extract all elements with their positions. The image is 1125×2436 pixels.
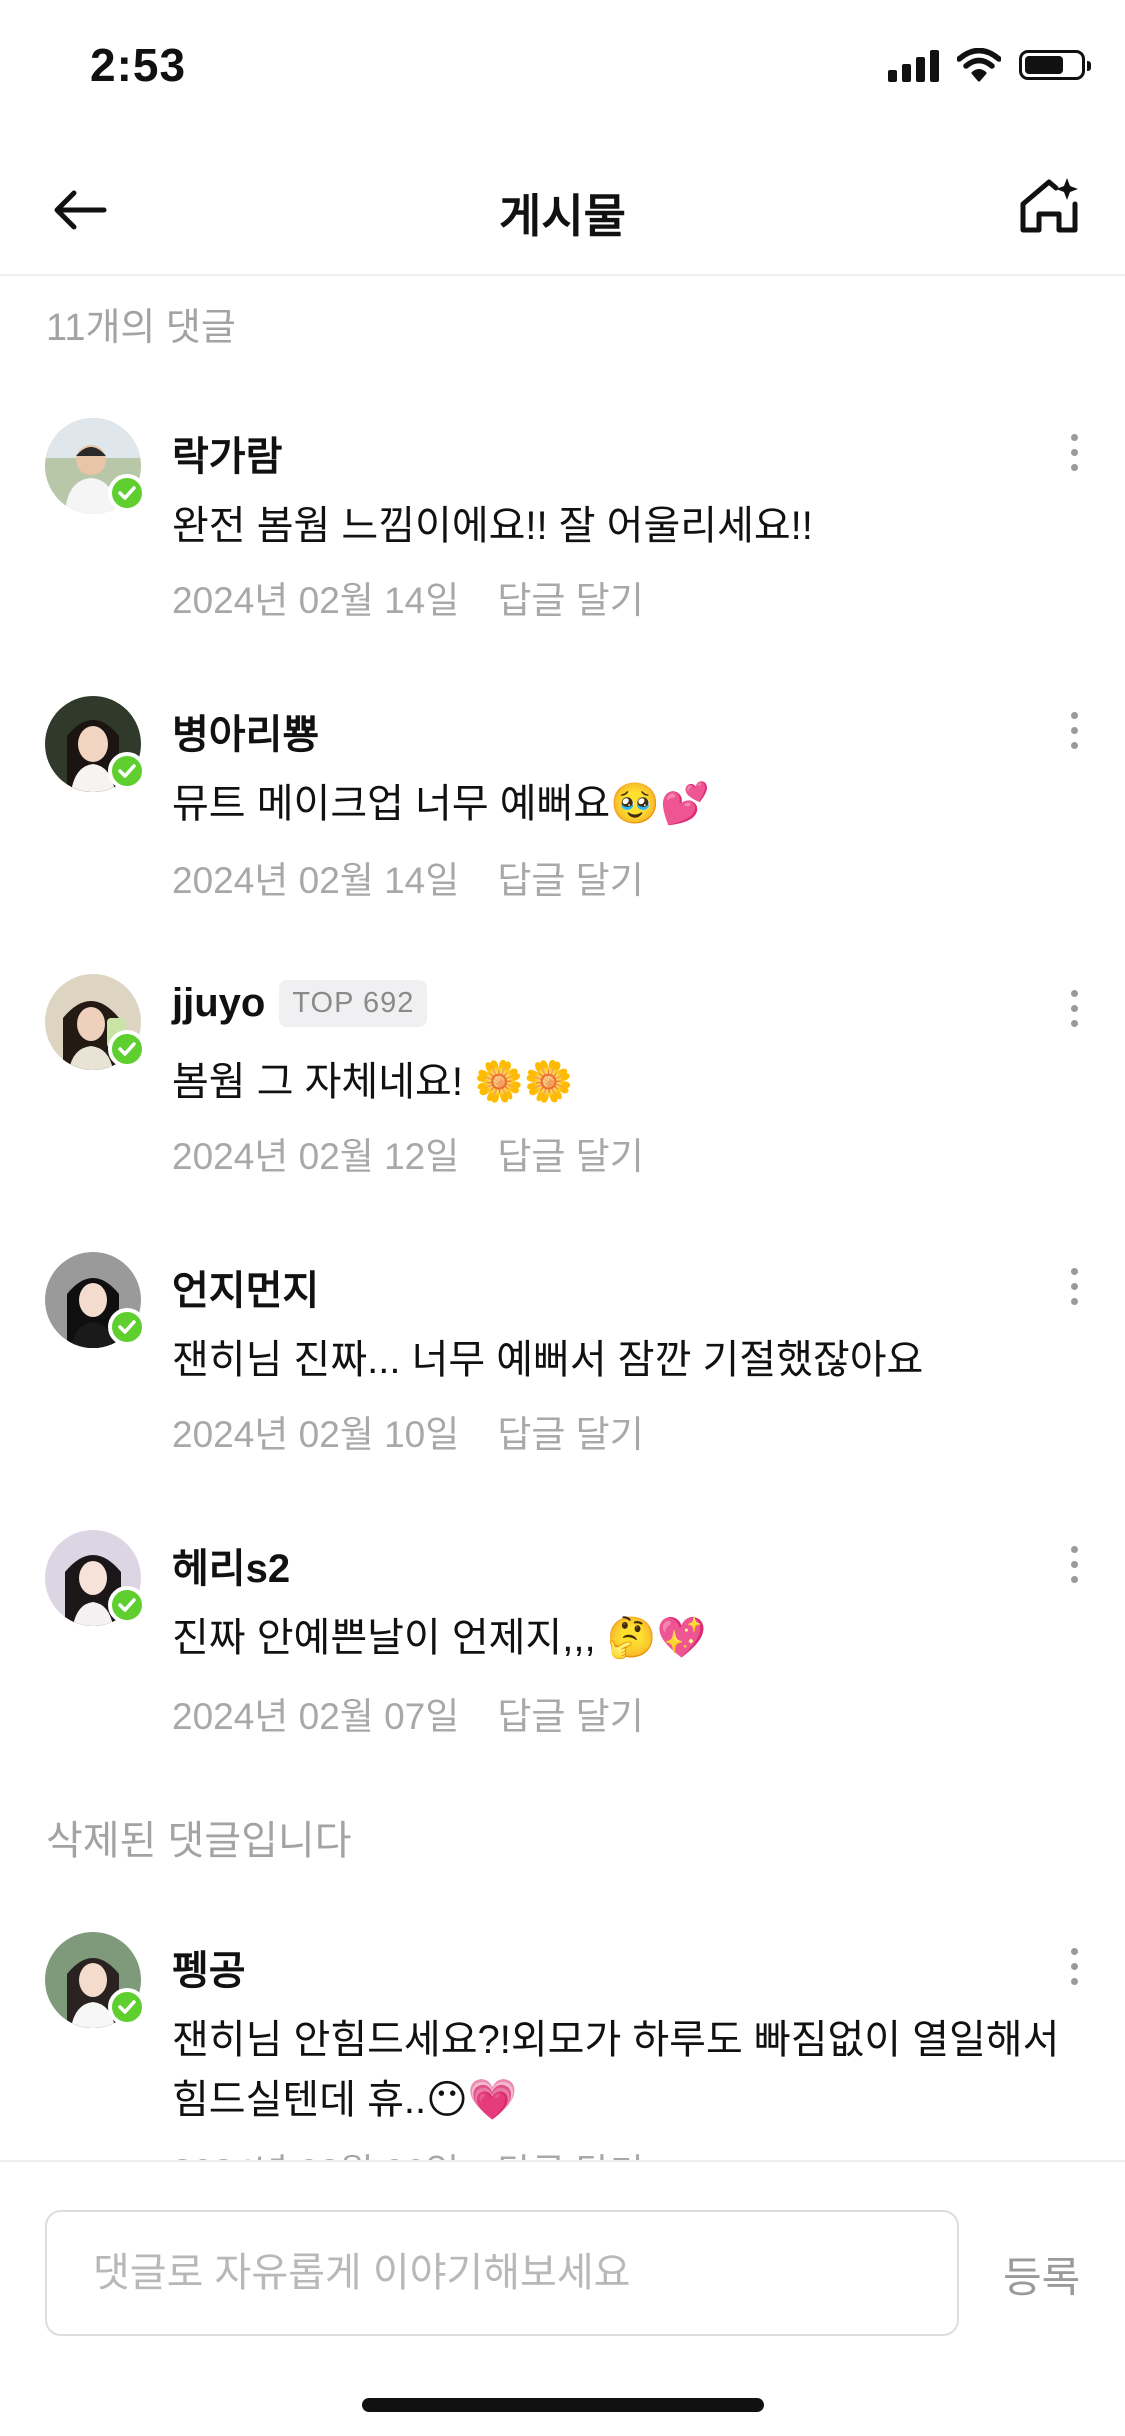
comment-text: 잰히님 안힘드세요?!외모가 하루도 빠짐없이 열일해서 힘드실텐데 휴..😶💗 — [172, 2018, 1060, 2122]
comment-text: 뮤트 메이크업 너무 예뻐요🥹💕 — [172, 782, 710, 826]
comment-date: 2024년 02월 14일 — [172, 580, 460, 621]
reply-button[interactable]: 답글 달기 — [497, 1404, 643, 1458]
username-row: 언지먼지 — [172, 1258, 319, 1316]
nav-bar: 게시물 — [0, 140, 1125, 276]
verified-badge-icon — [108, 474, 146, 512]
username-row: 펭공 — [172, 1938, 246, 1996]
comment-meta: 2024년 02월 14일 답글 달기 — [172, 850, 644, 904]
more-options-icon[interactable] — [1059, 700, 1089, 760]
verified-badge-icon — [108, 752, 146, 790]
home-indicator — [362, 2398, 764, 2412]
status-bar: 2:53 — [0, 0, 1125, 140]
submit-button[interactable]: 등록 — [1003, 2244, 1080, 2305]
comment-meta: 2024년 02월 07일 답글 달기 — [172, 1686, 644, 1740]
username[interactable]: 병아리뿅 — [172, 702, 319, 760]
comment-meta: 2024년 02월 10일 답글 달기 — [172, 1404, 644, 1458]
comment-date: 2024년 02월 12일 — [172, 1136, 460, 1177]
rank-badge: TOP 692 — [279, 980, 428, 1027]
username-row: 헤리s2 — [172, 1536, 290, 1594]
verified-badge-icon — [108, 1030, 146, 1068]
comment-text: 봄웜 그 자체네요! 🌼🌼 — [172, 1060, 574, 1104]
comment-text: 잰히님 진짜... 너무 예뻐서 잠깐 기절했잖아요 — [172, 1338, 924, 1382]
comment-meta: 2024년 02월 12일 답글 달기 — [172, 1126, 644, 1180]
page-title: 게시물 — [499, 190, 626, 242]
username-row: 병아리뿅 — [172, 702, 319, 760]
wifi-icon — [957, 48, 1001, 82]
more-options-icon[interactable] — [1059, 1534, 1089, 1594]
home-sparkle-icon — [1020, 178, 1078, 233]
verified-badge-icon — [108, 1586, 146, 1624]
verified-badge-icon — [108, 1988, 146, 2026]
more-options-icon[interactable] — [1059, 1936, 1089, 1996]
comment-input[interactable] — [45, 2210, 959, 2336]
comment-date: 2024년 02월 07일 — [172, 1696, 460, 1737]
more-options-icon[interactable] — [1059, 1256, 1089, 1316]
more-options-icon[interactable] — [1059, 422, 1089, 482]
status-icons — [888, 48, 1091, 82]
username[interactable]: 헤리s2 — [172, 1536, 290, 1594]
reply-button[interactable]: 답글 달기 — [497, 1126, 643, 1180]
username[interactable]: 락가람 — [172, 424, 282, 482]
comment-date: 2024년 02월 14일 — [172, 860, 460, 901]
reply-button[interactable]: 답글 달기 — [497, 850, 643, 904]
reply-button[interactable]: 답글 달기 — [497, 1686, 643, 1740]
username[interactable]: 언지먼지 — [172, 1258, 319, 1316]
reply-button[interactable]: 답글 달기 — [497, 570, 643, 624]
comment-input-bar: 등록 — [0, 2160, 1125, 2436]
comment-text: 진짜 안예쁜날이 언제지,,, 🤔💖 — [172, 1616, 707, 1660]
deleted-comment-note: 삭제된 댓글입니다 — [46, 1819, 352, 1863]
username[interactable]: 펭공 — [172, 1938, 246, 1996]
comment-meta: 2024년 02월 14일 답글 달기 — [172, 570, 644, 624]
cellular-signal-icon — [888, 48, 939, 82]
status-time: 2:53 — [90, 39, 187, 91]
battery-level — [1025, 56, 1063, 74]
battery-icon — [1019, 50, 1091, 80]
more-options-icon[interactable] — [1059, 978, 1089, 1038]
username-row: jjuyo TOP 692 — [172, 980, 428, 1027]
username-row: 락가람 — [172, 424, 282, 482]
username[interactable]: jjuyo — [172, 981, 265, 1026]
comment-count: 11개의 댓글 — [46, 307, 236, 349]
comment-date: 2024년 02월 10일 — [172, 1414, 460, 1455]
comment-text: 완전 봄웜 느낌이에요!! 잘 어울리세요!! — [172, 504, 813, 548]
home-button[interactable] — [1009, 166, 1089, 246]
verified-badge-icon — [108, 1308, 146, 1346]
